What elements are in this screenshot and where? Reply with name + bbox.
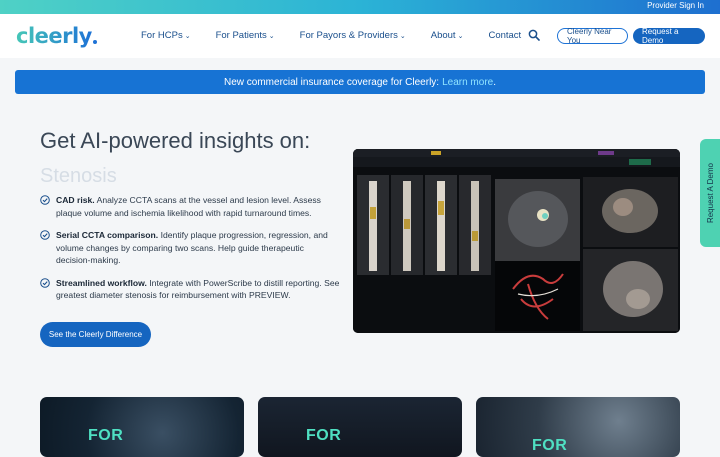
nav-item-for-hcps[interactable]: For HCPs ⌄ <box>141 30 191 41</box>
top-utility-bar: Provider Sign In <box>0 0 720 14</box>
nav-item-for-payors-providers[interactable]: For Payors & Providers ⌄ <box>300 30 406 41</box>
feature-description: Analyze CCTA scans at the vessel and les… <box>56 195 321 218</box>
nav-item-label: For Patients <box>215 30 267 41</box>
nav-item-label: For HCPs <box>141 30 183 41</box>
feature-text: Streamlined workflow. Integrate with Pow… <box>56 277 340 302</box>
feature-item: Serial CCTA comparison. Identify plaque … <box>40 229 340 267</box>
hero-title: Get AI-powered insights on: <box>40 128 311 153</box>
nav-item-label: Contact <box>488 30 522 41</box>
audience-card[interactable]: FOR <box>40 397 244 457</box>
nav-item-label: For Payors & Providers <box>299 30 398 41</box>
feature-text: Serial CCTA comparison. Identify plaque … <box>56 229 340 267</box>
ccta-viewer-image <box>353 149 680 333</box>
card-label: FOR <box>88 427 124 444</box>
nav-item-about[interactable]: About ⌄ <box>431 30 464 41</box>
feature-item: CAD risk. Analyze CCTA scans at the vess… <box>40 194 340 219</box>
announcement-banner: New commercial insurance coverage for Cl… <box>15 70 705 94</box>
check-circle-icon <box>40 230 50 240</box>
chevron-down-icon: ⌄ <box>457 32 464 40</box>
card-label: FOR <box>532 437 568 454</box>
cleerly-logo[interactable]: cleerly <box>16 24 97 48</box>
feature-title: Streamlined workflow. <box>56 277 147 288</box>
logo-dot <box>92 40 97 44</box>
chevron-down-icon: ⌄ <box>268 32 275 40</box>
provider-sign-in-link[interactable]: Provider Sign In <box>647 1 704 10</box>
card-label: FOR <box>306 427 342 444</box>
feature-text: CAD risk. Analyze CCTA scans at the vess… <box>56 194 340 219</box>
banner-suffix: . <box>493 76 496 88</box>
hero-rotating-word: Stenosis <box>40 165 117 187</box>
cleerly-near-you-button[interactable]: Cleerly Near You <box>557 27 628 45</box>
feature-title: CAD risk. <box>56 195 95 205</box>
check-circle-icon <box>40 277 50 288</box>
feature-item: Streamlined workflow. Integrate with Pow… <box>40 277 340 302</box>
nav-menu: For HCPs ⌄ For Patients ⌄ For Payors & Pro… <box>141 30 546 41</box>
banner-text: New commercial insurance coverage for Cl… <box>224 76 440 88</box>
product-screenshot <box>353 149 680 333</box>
side-tab-label: Request A Demo <box>705 162 715 224</box>
chevron-down-icon: ⌄ <box>399 32 406 40</box>
check-circle-icon <box>40 195 50 205</box>
search-icon[interactable] <box>528 29 540 41</box>
nav-item-label: About <box>430 30 456 41</box>
request-demo-button[interactable]: Request a Demo <box>633 27 705 45</box>
audience-card[interactable]: FOR <box>258 397 462 457</box>
logo-text: cleerly <box>16 24 92 48</box>
feature-title: Serial CCTA comparison. <box>56 230 159 240</box>
audience-card[interactable]: FOR <box>476 397 680 457</box>
feature-list: CAD risk. Analyze CCTA scans at the vess… <box>40 194 340 312</box>
nav-item-for-patients[interactable]: For Patients ⌄ <box>216 30 275 41</box>
chevron-down-icon: ⌄ <box>184 32 191 40</box>
nav-item-contact[interactable]: Contact <box>488 30 521 41</box>
see-difference-button[interactable]: See the Cleerly Difference <box>40 322 151 347</box>
learn-more-link[interactable]: Learn more <box>442 77 493 88</box>
request-demo-side-tab[interactable]: Request A Demo <box>700 139 720 247</box>
